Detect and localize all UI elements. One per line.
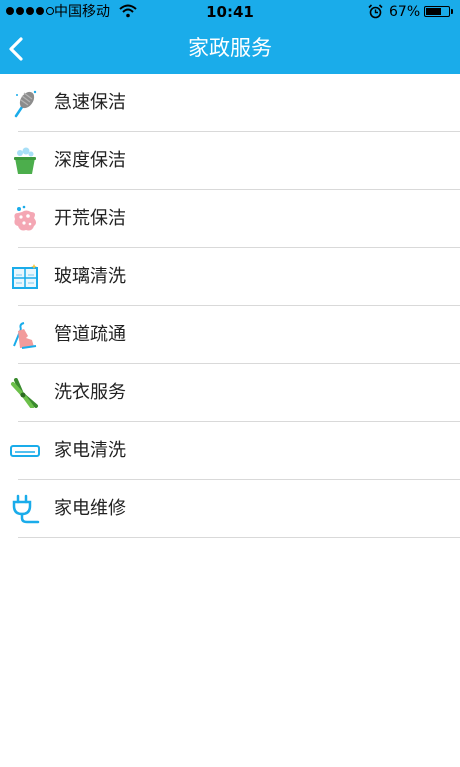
air-conditioner-icon bbox=[10, 436, 40, 466]
list-item-express-cleaning[interactable]: 急速保洁 bbox=[0, 74, 460, 132]
list-item-deep-cleaning[interactable]: 深度保洁 bbox=[0, 132, 460, 190]
list-item-label: 家电清洗 bbox=[54, 440, 126, 461]
list-item-label: 急速保洁 bbox=[54, 92, 126, 113]
battery-icon bbox=[424, 6, 450, 17]
battery-percent: 67% bbox=[389, 4, 421, 20]
plug-icon bbox=[10, 494, 40, 524]
list-item-label: 家电维修 bbox=[54, 498, 126, 519]
header: 中国移动 10:41 67% 家政服务 bbox=[0, 0, 460, 74]
battery-tip bbox=[451, 9, 453, 14]
list-item-laundry-service[interactable]: 洗衣服务 bbox=[0, 364, 460, 422]
list-item-label: 洗衣服务 bbox=[54, 382, 126, 403]
list-item-move-in-cleaning[interactable]: 开荒保洁 bbox=[0, 190, 460, 248]
page-title: 家政服务 bbox=[188, 36, 272, 60]
list-item-appliance-repair[interactable]: 家电维修 bbox=[0, 480, 460, 538]
glove-hook-icon bbox=[10, 320, 40, 350]
divider bbox=[18, 537, 460, 538]
bucket-icon bbox=[10, 146, 40, 176]
alarm-clock-icon bbox=[368, 4, 383, 19]
status-bar: 中国移动 10:41 67% bbox=[0, 0, 460, 24]
list-item-label: 开荒保洁 bbox=[54, 208, 126, 229]
feather-duster-icon bbox=[10, 88, 40, 118]
list-item-label: 玻璃清洗 bbox=[54, 266, 126, 287]
service-list: 急速保洁 深度保洁 开荒保洁 玻璃清洗 管道疏通 洗衣服务 家电清洗 家电维修 bbox=[0, 74, 460, 538]
list-item-label: 深度保洁 bbox=[54, 150, 126, 171]
clothespin-icon bbox=[10, 378, 40, 408]
list-item-pipe-unclogging[interactable]: 管道疏通 bbox=[0, 306, 460, 364]
nav-bar: 家政服务 bbox=[0, 24, 460, 74]
list-item-label: 管道疏通 bbox=[54, 324, 126, 345]
list-item-appliance-cleaning[interactable]: 家电清洗 bbox=[0, 422, 460, 480]
list-item-glass-cleaning[interactable]: 玻璃清洗 bbox=[0, 248, 460, 306]
window-icon bbox=[10, 262, 40, 292]
sponge-icon bbox=[10, 204, 40, 234]
